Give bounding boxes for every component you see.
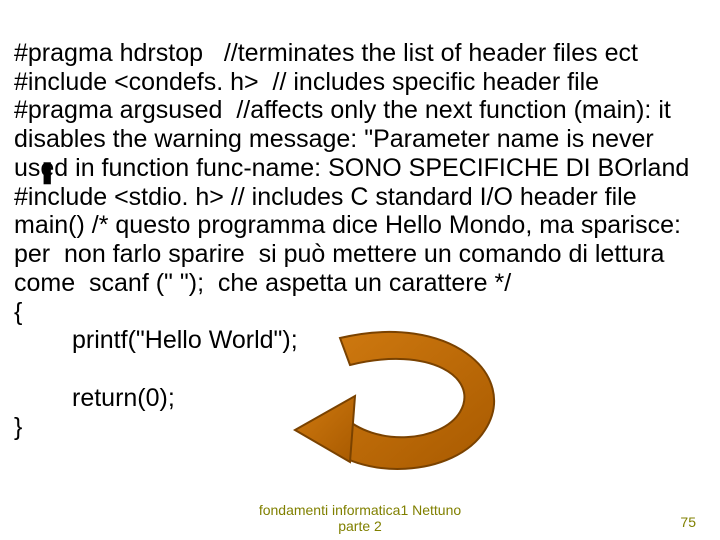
curved-arrow-icon <box>280 320 510 480</box>
code-line: { <box>14 298 22 326</box>
footer-line1: fondamenti informatica1 Nettuno <box>259 502 461 518</box>
code-line: printf("Hello World"); <box>72 326 298 354</box>
bullet-marker: ❚ <box>38 159 56 185</box>
page-number: 75 <box>680 514 696 530</box>
code-line: #pragma hdrstop //terminates the list of… <box>14 39 638 67</box>
footer-center: fondamenti informatica1 Nettuno parte 2 <box>0 502 720 534</box>
slide: ❚ #pragma hdrstop //terminates the list … <box>0 0 720 540</box>
code-line: } <box>14 413 22 441</box>
code-line: #include <stdio. h> // includes C standa… <box>14 183 637 211</box>
code-line: #include <condefs. h> // includes specif… <box>14 68 599 96</box>
code-line: return(0); <box>72 384 175 412</box>
code-line: main() /* questo programma dice Hello Mo… <box>14 211 688 297</box>
code-line: #pragma argsused //affects only the next… <box>14 96 689 182</box>
footer-line2: parte 2 <box>338 518 382 534</box>
